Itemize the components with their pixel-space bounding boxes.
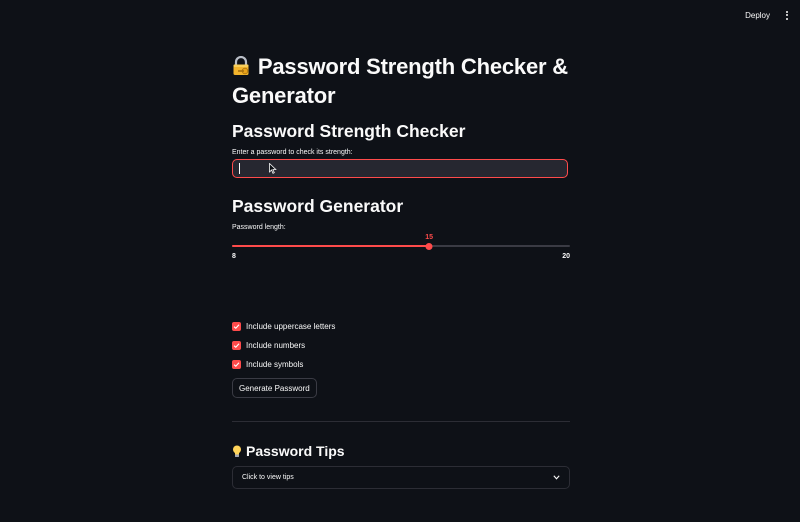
uppercase-checkbox-label: Include uppercase letters <box>246 322 336 331</box>
page-title-line1: Password Strength Checker & <box>257 54 568 79</box>
slider-max-label: 20 <box>562 253 570 260</box>
uppercase-checkbox[interactable]: Include uppercase letters <box>232 322 335 331</box>
lock-with-key-icon <box>233 56 249 75</box>
chevron-down-icon <box>553 475 560 480</box>
slider-min-label: 8 <box>232 253 236 260</box>
length-slider[interactable]: 15 8 20 <box>232 234 570 264</box>
numbers-checkbox[interactable]: Include numbers <box>232 341 305 350</box>
mouse-pointer-icon <box>269 163 277 174</box>
tips-heading-text: Password Tips <box>246 443 345 459</box>
text-caret <box>239 163 240 174</box>
more-vertical-icon[interactable] <box>784 10 790 20</box>
section-divider <box>232 421 570 422</box>
app-window: Deploy Password Strength Checker & Gener… <box>0 0 800 522</box>
tips-expander-label: Click to view tips <box>242 474 294 481</box>
numbers-checkbox-label: Include numbers <box>246 341 306 350</box>
symbols-checkbox-label: Include symbols <box>246 360 304 369</box>
light-bulb-icon <box>233 445 241 457</box>
checkbox-checked-icon[interactable] <box>232 341 241 350</box>
password-input[interactable] <box>232 159 568 178</box>
tips-expander[interactable]: Click to view tips <box>232 466 570 489</box>
page-title-line2: Generator <box>232 83 336 108</box>
checkbox-checked-icon[interactable] <box>232 322 241 331</box>
deploy-button[interactable]: Deploy <box>745 11 770 20</box>
main-content: Password Strength Checker & Generator Pa… <box>232 52 570 489</box>
slider-current-value: 15 <box>425 234 434 241</box>
symbols-checkbox[interactable]: Include symbols <box>232 360 303 369</box>
generate-password-button[interactable]: Generate Password <box>232 378 317 398</box>
tips-heading: Password Tips <box>232 440 345 462</box>
top-toolbar: Deploy <box>0 0 800 30</box>
generator-heading: Password Generator <box>232 196 404 216</box>
page-title: Password Strength Checker & Generator <box>232 52 570 110</box>
slider-track[interactable] <box>232 242 570 250</box>
checker-heading: Password Strength Checker <box>232 121 466 141</box>
slider-thumb[interactable] <box>425 242 433 250</box>
password-input-label: Enter a password to check its strength: <box>232 149 353 156</box>
checkbox-checked-icon[interactable] <box>232 360 241 369</box>
length-slider-label: Password length: <box>232 224 286 231</box>
slider-fill <box>232 245 430 247</box>
